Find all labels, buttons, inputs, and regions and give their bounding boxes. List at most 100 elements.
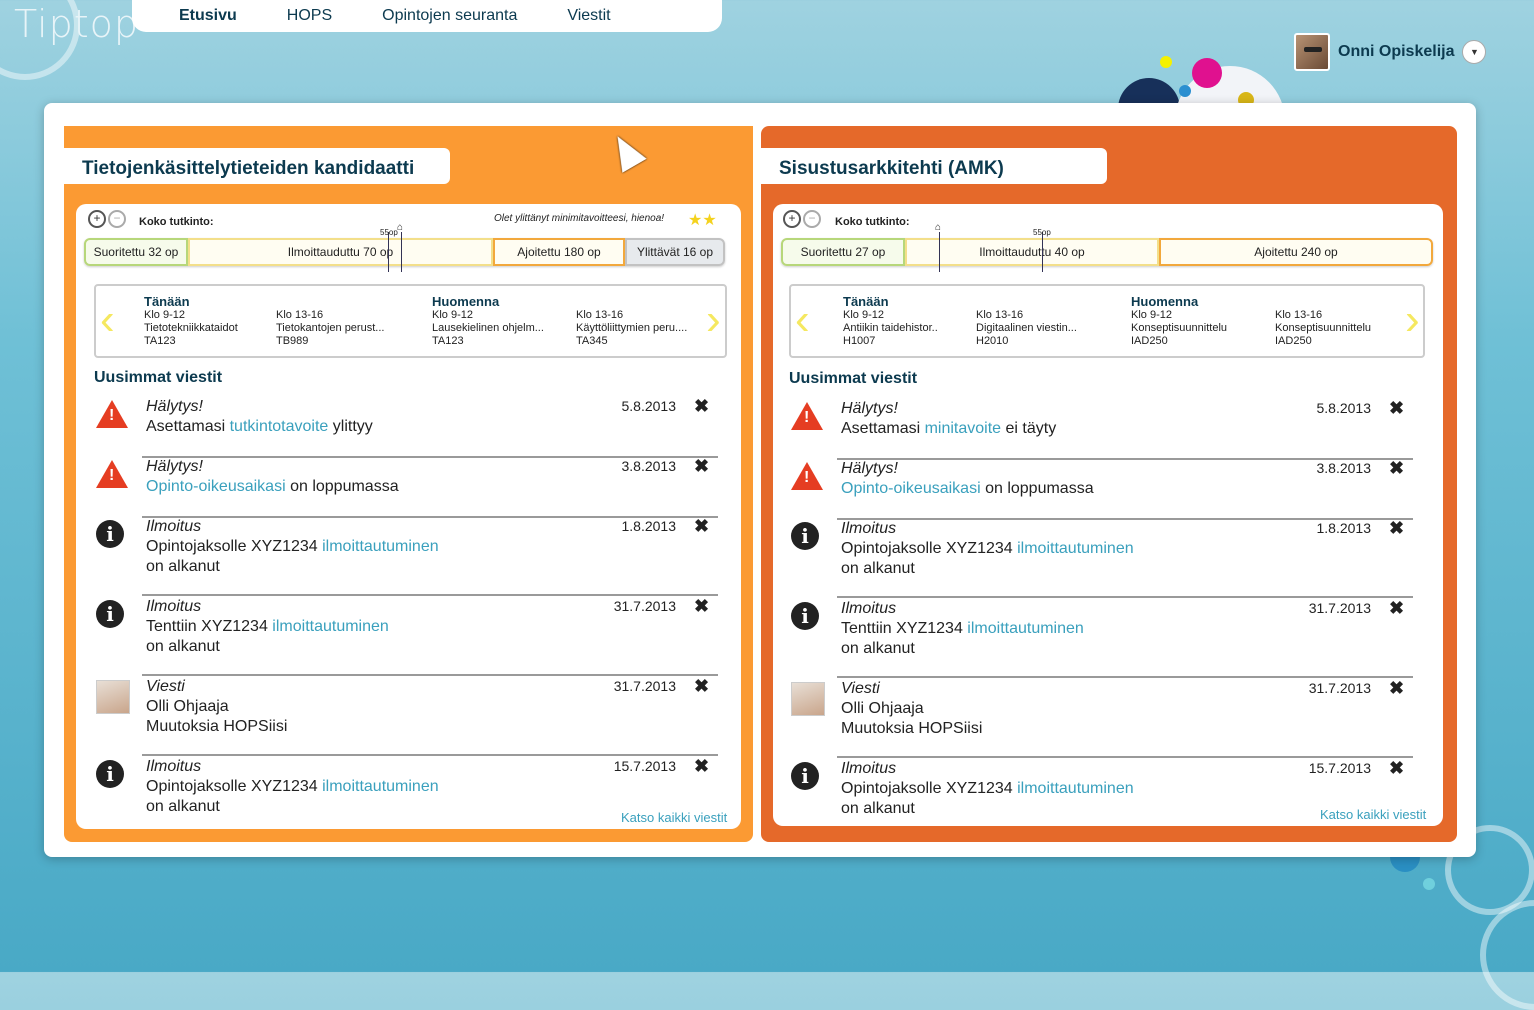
message-link[interactable]: ilmoittautuminen (322, 538, 439, 555)
target-marker (1042, 232, 1043, 272)
schedule-prev-button[interactable]: ‹ (795, 296, 810, 344)
schedule-next-button[interactable]: › (706, 296, 721, 344)
marker-label: 55op (1033, 228, 1051, 237)
schedule-slot[interactable]: Tänään Klo 9-12 Tietotekniikkataidot TA1… (144, 294, 238, 348)
nav-viestit[interactable]: Viestit (542, 7, 635, 25)
user-menu[interactable]: Onni Opiskelija ▼ (1294, 32, 1487, 72)
message-line-2[interactable]: on alkanut (146, 798, 220, 816)
schedule-panel: ‹ › Tänään Klo 9-12 Antiikin taidehistor… (789, 284, 1425, 358)
zoom-controls: + − (783, 210, 821, 228)
message-text: on loppumassa (980, 480, 1094, 497)
main-panel: Tietojenkäsittelytieteiden kandidaatti +… (44, 103, 1476, 857)
message-row[interactable]: ! Hälytys! Asettamasi minitavoite ei täyty… (791, 398, 1416, 460)
message-line-2[interactable]: on alkanut (841, 800, 915, 818)
sender-avatar (791, 682, 825, 716)
close-icon[interactable]: ✖ (694, 676, 709, 697)
message-line-2[interactable]: on alkanut (841, 640, 915, 658)
nav-opintojen-seuranta[interactable]: Opintojen seuranta (357, 7, 542, 25)
message-row[interactable]: i Ilmoitus Opintojaksolle XYZ1234 ilmoitta… (96, 516, 721, 596)
close-icon[interactable]: ✖ (694, 756, 709, 777)
progress-bar[interactable]: Suoritettu 27 op Ilmoittauduttu 40 op Aj… (781, 238, 1433, 266)
zoom-out-icon[interactable]: − (108, 210, 126, 228)
message-link[interactable]: minitavoite (925, 420, 1001, 437)
tomorrow-heading: Huomenna (432, 294, 500, 309)
nav-hops[interactable]: HOPS (262, 7, 357, 25)
close-icon[interactable]: ✖ (1389, 398, 1404, 419)
schedule-slot[interactable]: Klo 13-16 Käyttöliittymien peru.... TA34… (576, 309, 687, 348)
slot-course: Antiikin taidehistor.. (843, 322, 938, 334)
message-date: 31.7.2013 (1308, 680, 1371, 696)
message-row[interactable]: i Ilmoitus Tenttiin XYZ1234 ilmoittautumin… (96, 596, 721, 676)
message-link[interactable]: ilmoittautuminen (967, 620, 1084, 637)
see-all-messages-link[interactable]: Katso kaikki viestit (621, 810, 727, 825)
nav-etusivu[interactable]: Etusivu (154, 7, 262, 25)
message-row[interactable]: ! Hälytys! Opinto-oikeusaikasi on loppumas… (791, 458, 1416, 520)
message-row[interactable]: ! Hälytys! Asettamasi tutkintotavoite ylit… (96, 396, 721, 458)
message-row[interactable]: Viesti Olli Ohjaaja Muutoksia HOPSiisi 31.7… (96, 676, 721, 756)
schedule-slot[interactable]: Huomenna Klo 9-12 Lausekielinen ohjelm..… (432, 294, 544, 348)
degree-content: + − Koko tutkinto: Olet ylittänyt minimi… (76, 204, 741, 829)
message-link[interactable]: ilmoittautuminen (1017, 540, 1134, 557)
slot-time: Klo 9-12 (843, 309, 884, 321)
close-icon[interactable]: ✖ (1389, 758, 1404, 779)
info-icon: i (791, 522, 823, 554)
segment-completed[interactable]: Suoritettu 27 op (781, 238, 905, 266)
segment-scheduled[interactable]: Ajoitettu 240 op (1159, 238, 1433, 266)
message-row[interactable]: Viesti Olli Ohjaaja Muutoksia HOPSiisi 31.7… (791, 678, 1416, 758)
message-text: ei täyty (1001, 420, 1057, 437)
slot-code: TB989 (276, 335, 309, 347)
message-line-2[interactable]: on alkanut (146, 558, 220, 576)
zoom-in-icon[interactable]: + (88, 210, 106, 228)
message-row[interactable]: i Ilmoitus Opintojaksolle XYZ1234 ilmoitta… (96, 756, 721, 816)
slot-code: TA345 (576, 335, 608, 347)
message-date: 31.7.2013 (613, 598, 676, 614)
message-line-2[interactable]: on alkanut (841, 560, 915, 578)
progress-bar[interactable]: Suoritettu 32 op Ilmoittauduttu 70 op Aj… (84, 238, 725, 266)
schedule-slot[interactable]: Klo 13-16 Tietokantojen perust... TB989 (276, 309, 384, 348)
message-line: Opintojaksolle XYZ1234 ilmoittautuminen (841, 540, 1134, 558)
schedule-slot[interactable]: Tänään Klo 9-12 Antiikin taidehistor.. H… (843, 294, 938, 348)
segment-enrolled[interactable]: Ilmoittauduttu 40 op (905, 238, 1159, 266)
slot-time: Klo 13-16 (276, 309, 324, 321)
message-line-2[interactable]: Muutoksia HOPSiisi (146, 718, 287, 736)
user-dropdown-button[interactable]: ▼ (1462, 40, 1487, 64)
message-link[interactable]: ilmoittautuminen (1017, 780, 1134, 797)
message-link[interactable]: tutkintotavoite (230, 418, 329, 435)
message-line-2[interactable]: Muutoksia HOPSiisi (841, 720, 982, 738)
user-avatar (1294, 33, 1330, 71)
message-line: Opintojaksolle XYZ1234 ilmoittautuminen (841, 780, 1134, 798)
schedule-prev-button[interactable]: ‹ (100, 296, 115, 344)
message-link[interactable]: Opinto-oikeusaikasi (146, 478, 286, 495)
close-icon[interactable]: ✖ (694, 396, 709, 417)
message-text: Asettamasi (146, 418, 230, 435)
message-link[interactable]: ilmoittautuminen (322, 778, 439, 795)
message-row[interactable]: i Ilmoitus Opintojaksolle XYZ1234 ilmoitta… (791, 518, 1416, 598)
message-row[interactable]: ! Hälytys! Opinto-oikeusaikasi on loppumas… (96, 456, 721, 518)
zoom-in-icon[interactable]: + (783, 210, 801, 228)
close-icon[interactable]: ✖ (1389, 678, 1404, 699)
segment-exceeding[interactable]: Ylittävät 16 op (625, 238, 725, 266)
message-link[interactable]: ilmoittautuminen (272, 618, 389, 635)
background-swirl (1480, 900, 1534, 1010)
message-line-2[interactable]: on alkanut (146, 638, 220, 656)
schedule-slot[interactable]: Klo 13-16 Konseptisuunnittelu IAD250 (1275, 309, 1371, 348)
zoom-out-icon[interactable]: − (803, 210, 821, 228)
segment-completed[interactable]: Suoritettu 32 op (84, 238, 188, 266)
app-logo[interactable]: Tiptop (14, 2, 139, 46)
segment-enrolled[interactable]: Ilmoittauduttu 70 op (188, 238, 493, 266)
home-icon: ⌂ (397, 222, 404, 233)
progress-label: Koko tutkinto: (139, 216, 214, 228)
see-all-messages-link[interactable]: Katso kaikki viestit (1320, 807, 1426, 822)
schedule-next-button[interactable]: › (1405, 296, 1420, 344)
close-icon[interactable]: ✖ (694, 516, 709, 537)
schedule-slot[interactable]: Klo 13-16 Digitaalinen viestin... H2010 (976, 309, 1077, 348)
close-icon[interactable]: ✖ (694, 596, 709, 617)
segment-scheduled[interactable]: Ajoitettu 180 op (493, 238, 625, 266)
message-link[interactable]: Opinto-oikeusaikasi (841, 480, 981, 497)
message-row[interactable]: i Ilmoitus Tenttiin XYZ1234 ilmoittautumin… (791, 598, 1416, 678)
close-icon[interactable]: ✖ (694, 456, 709, 477)
schedule-slot[interactable]: Huomenna Klo 9-12 Konseptisuunnittelu IA… (1131, 294, 1227, 348)
close-icon[interactable]: ✖ (1389, 598, 1404, 619)
close-icon[interactable]: ✖ (1389, 458, 1404, 479)
close-icon[interactable]: ✖ (1389, 518, 1404, 539)
